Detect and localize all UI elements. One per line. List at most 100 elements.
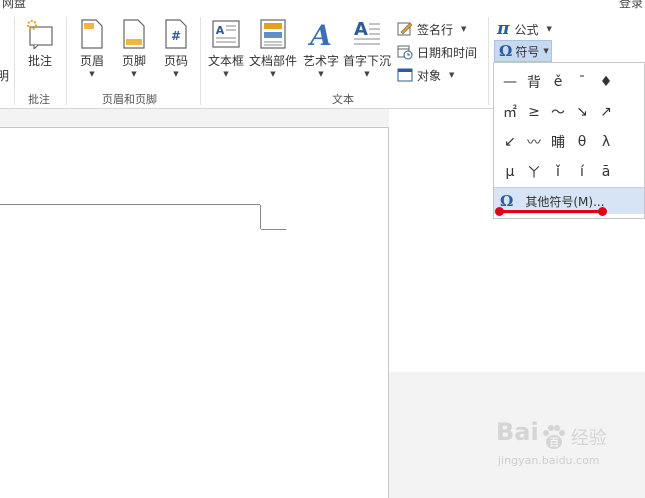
watermark-cn: 经验 bbox=[570, 427, 607, 449]
comment-button[interactable]: 批注 bbox=[22, 19, 58, 69]
symbol-cell[interactable]: λ bbox=[594, 127, 618, 157]
symbol-cell[interactable]: 晡 bbox=[546, 127, 570, 157]
symbol-cell[interactable]: ↙ bbox=[498, 127, 522, 157]
footer-icon bbox=[123, 19, 145, 49]
window-title: 网盘 bbox=[2, 0, 27, 10]
paw-logo-icon: 百 bbox=[542, 424, 565, 449]
more-symbols-label: 其他符号(M)... bbox=[525, 194, 605, 209]
separator bbox=[488, 17, 489, 105]
header-divider bbox=[0, 204, 260, 205]
comment-label: 批注 bbox=[27, 54, 52, 68]
chevron-down-icon: ▼ bbox=[173, 70, 179, 78]
symbol-cell[interactable]: í bbox=[570, 157, 594, 187]
chevron-down-icon: ▼ bbox=[364, 70, 370, 78]
dropcap-icon: A bbox=[354, 19, 380, 45]
symbol-cell[interactable]: ↘ bbox=[570, 97, 594, 127]
document-page[interactable] bbox=[0, 127, 389, 498]
separator bbox=[14, 17, 15, 105]
symbol-cell[interactable]: ě bbox=[546, 67, 570, 97]
svg-text:A: A bbox=[354, 19, 368, 40]
symbol-cell[interactable]: ～ bbox=[546, 97, 570, 127]
symbol-cell[interactable]: ㄚ bbox=[522, 157, 546, 187]
separator bbox=[200, 17, 201, 105]
chevron-down-icon: ▼ bbox=[89, 70, 95, 78]
symbol-cell[interactable]: ♦ bbox=[594, 67, 618, 97]
symbol-grid: — 背 ě ¯ ♦ ㎡ ≥ ～ ↘ ↗ ↙ 〰 晡 θ λ μ ㄚ ǐ í ā bbox=[498, 67, 642, 187]
footer-label: 页脚 bbox=[121, 54, 146, 68]
page-number-label: 页码 bbox=[163, 54, 188, 68]
chevron-down-icon: ▼ bbox=[546, 25, 552, 33]
watermark-brand: Bai bbox=[496, 418, 539, 446]
annotation-dot bbox=[495, 207, 504, 216]
object-button[interactable]: 对象 ▼ bbox=[397, 65, 454, 85]
doc-parts-icon bbox=[260, 19, 286, 49]
page-number-button[interactable]: # 页码 ▼ bbox=[160, 19, 192, 79]
symbol-cell[interactable] bbox=[618, 157, 642, 187]
group-label-comment: 批注 bbox=[28, 93, 50, 106]
cut-off-label: 明 bbox=[0, 69, 10, 83]
doc-parts-button[interactable]: 文档部件 ▼ bbox=[248, 19, 298, 79]
title-bar: 网盘 登录 bbox=[0, 0, 645, 11]
chevron-down-icon: ▼ bbox=[461, 25, 467, 33]
chevron-down-icon: ▼ bbox=[543, 47, 549, 55]
group-label-header-footer: 页眉和页脚 bbox=[102, 93, 157, 106]
header-button[interactable]: 页眉 ▼ bbox=[76, 19, 108, 79]
wordart-label: 艺术字 bbox=[302, 54, 339, 68]
symbol-button[interactable]: Ω 符号 ▼ bbox=[494, 40, 552, 62]
separator bbox=[66, 17, 67, 105]
datetime-label: 日期和时间 bbox=[417, 45, 478, 60]
dropcap-button[interactable]: A 首字下沉 ▼ bbox=[342, 19, 392, 79]
svg-text:#: # bbox=[171, 29, 181, 43]
header-icon bbox=[81, 19, 103, 49]
symbol-cell[interactable]: 背 bbox=[522, 67, 546, 97]
symbol-cell[interactable]: — bbox=[498, 67, 522, 97]
pi-icon: π bbox=[497, 19, 510, 39]
doc-parts-label: 文档部件 bbox=[248, 54, 297, 68]
footer-button[interactable]: 页脚 ▼ bbox=[118, 19, 150, 79]
calendar-clock-icon bbox=[397, 45, 413, 60]
textbox-label: 文本框 bbox=[207, 54, 244, 68]
signature-line-button[interactable]: 签名行 ▼ bbox=[397, 19, 466, 39]
symbol-cell[interactable]: ā bbox=[594, 157, 618, 187]
dropcap-label: 首字下沉 bbox=[342, 54, 391, 68]
svg-text:A: A bbox=[216, 24, 225, 37]
chevron-down-icon: ▼ bbox=[270, 70, 276, 78]
annotation-underline bbox=[498, 210, 604, 213]
symbol-cell[interactable] bbox=[618, 127, 642, 157]
datetime-button[interactable]: 日期和时间 bbox=[397, 42, 477, 62]
equation-label: 公式 bbox=[514, 22, 539, 37]
signature-icon bbox=[397, 22, 413, 36]
page-number-icon: # bbox=[165, 19, 187, 49]
margin-marker bbox=[260, 205, 261, 229]
equation-button[interactable]: π 公式 ▼ bbox=[497, 19, 552, 39]
wordart-button[interactable]: A 艺术字 ▼ bbox=[302, 19, 340, 79]
object-icon bbox=[397, 68, 413, 82]
symbol-cell[interactable] bbox=[618, 97, 642, 127]
watermark-paw-text: 百 bbox=[549, 437, 559, 449]
watermark-url: jingyan.baidu.com bbox=[498, 454, 600, 467]
symbol-cell[interactable]: θ bbox=[570, 127, 594, 157]
chevron-down-icon: ▼ bbox=[449, 71, 455, 79]
symbol-cell[interactable]: ㎡ bbox=[498, 97, 522, 127]
symbol-cell[interactable]: ≥ bbox=[522, 97, 546, 127]
symbol-cell[interactable]: ǐ bbox=[546, 157, 570, 187]
textbox-button[interactable]: A 文本框 ▼ bbox=[206, 19, 246, 79]
login-link[interactable]: 登录 bbox=[619, 0, 643, 11]
chevron-down-icon: ▼ bbox=[131, 70, 137, 78]
omega-icon: Ω bbox=[499, 42, 513, 60]
wordart-icon: A bbox=[307, 19, 332, 49]
chevron-down-icon: ▼ bbox=[318, 70, 324, 78]
header-label: 页眉 bbox=[79, 54, 104, 68]
symbol-cell[interactable]: μ bbox=[498, 157, 522, 187]
symbol-cell[interactable]: ¯ bbox=[570, 67, 594, 97]
margin-marker bbox=[261, 229, 286, 230]
signature-label: 签名行 bbox=[417, 22, 454, 37]
group-label-text: 文本 bbox=[332, 93, 354, 106]
symbol-dropdown: — 背 ě ¯ ♦ ㎡ ≥ ～ ↘ ↗ ↙ 〰 晡 θ λ μ ㄚ ǐ í ā … bbox=[493, 62, 645, 219]
symbol-cell[interactable] bbox=[618, 67, 642, 97]
new-comment-icon bbox=[27, 20, 53, 49]
symbol-cell[interactable]: ↗ bbox=[594, 97, 618, 127]
symbol-cell[interactable]: 〰 bbox=[522, 127, 546, 157]
textbox-icon: A bbox=[212, 20, 240, 48]
baidu-watermark: Bai 百 经验 jingyan.baidu.com bbox=[496, 418, 645, 468]
